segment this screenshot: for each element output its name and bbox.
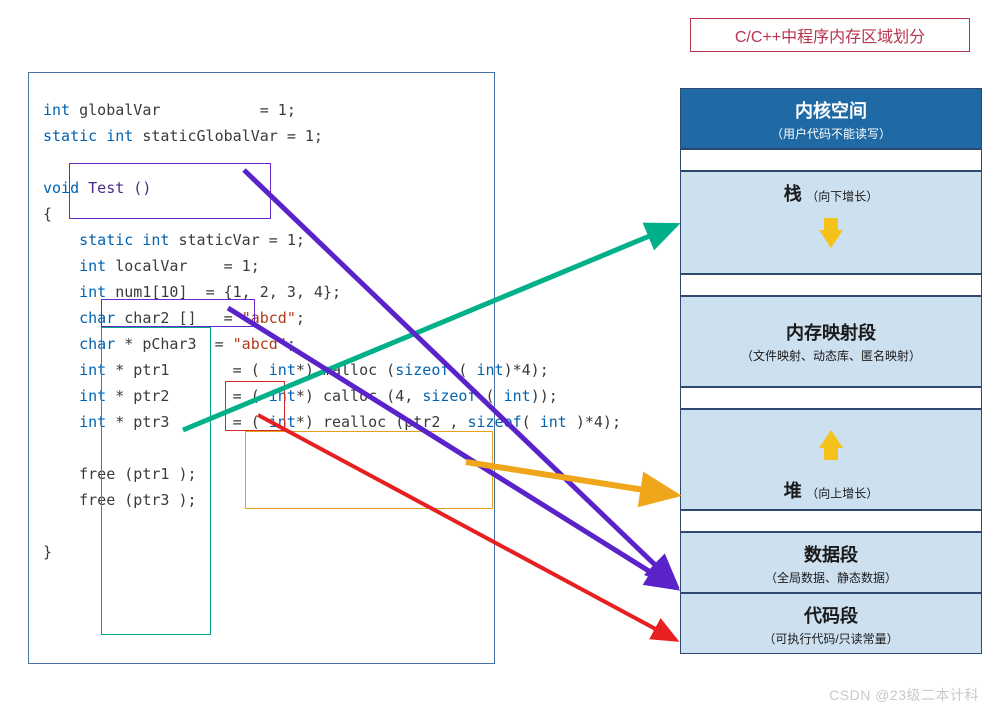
watermark: CSDN @23级二本计科: [829, 685, 979, 705]
mem-row-sub: （用户代码不能读写）: [685, 125, 977, 142]
kw-int: int: [43, 101, 70, 119]
code-text: *) realloc (ptr2 ,: [296, 413, 468, 431]
str-literal: "abcd": [233, 335, 287, 353]
code-text: ));: [531, 387, 558, 405]
memory-layout: 内核空间 （用户代码不能读写） 栈 （向下增长） 内存映射段 （文件映射、动态库…: [680, 88, 982, 654]
mem-row-title: 栈: [784, 180, 802, 206]
kw-int: int: [79, 257, 106, 275]
code-panel: int globalVar = 1; static int staticGlob…: [28, 72, 495, 664]
mem-row-title: 数据段: [804, 541, 858, 567]
code-text: (: [522, 413, 540, 431]
highlight-local-vars: [101, 327, 211, 635]
highlight-heap-calls: [245, 431, 493, 509]
mem-gap: [680, 510, 982, 532]
mem-code-seg: 代码段 （可执行代码/只读常量）: [680, 593, 982, 654]
mem-row-sub: （文件映射、动态库、匿名映射）: [685, 347, 977, 364]
mem-heap: 堆 （向上增长）: [680, 409, 982, 510]
code-text: ;: [287, 335, 296, 353]
code-text: }: [43, 543, 52, 561]
mem-row-title: 内核空间: [795, 97, 867, 123]
highlight-global-vars: [69, 163, 271, 219]
code-text: globalVar: [70, 101, 160, 119]
code-text: ;: [296, 309, 305, 327]
arrow-up-icon: [819, 430, 843, 448]
diagram-title: C/C++中程序内存区域划分: [690, 18, 970, 52]
code-text: = (: [233, 361, 269, 379]
kw-sizeof: sizeof: [395, 361, 449, 379]
code-text: = 1;: [287, 127, 323, 145]
code-text: )*4);: [504, 361, 549, 379]
kw-int: int: [477, 361, 504, 379]
mem-gap: [680, 149, 982, 171]
code-text: {: [43, 205, 52, 223]
highlight-static-var: [101, 299, 255, 327]
code-text: localVar: [106, 257, 187, 275]
code-text: *) malloc (: [296, 361, 395, 379]
arrow-down-icon: [819, 230, 843, 248]
mem-row-title: 代码段: [804, 602, 858, 628]
kw-static-int: static int: [43, 127, 133, 145]
kw-sizeof: sizeof: [422, 387, 476, 405]
code-text: = 1;: [269, 231, 305, 249]
code-text: staticGlobalVar: [133, 127, 287, 145]
code-text: = 1;: [224, 257, 260, 275]
kw-static-int: static int: [79, 231, 169, 249]
mem-stack: 栈 （向下增长）: [680, 171, 982, 274]
code-text: = 1;: [260, 101, 296, 119]
mem-kernel: 内核空间 （用户代码不能读写）: [680, 88, 982, 149]
mem-data-seg: 数据段 （全局数据、静态数据）: [680, 532, 982, 593]
mem-row-sub: （向上增长）: [806, 486, 878, 500]
mem-row-sub: （可执行代码/只读常量）: [685, 630, 977, 647]
mem-gap: [680, 387, 982, 409]
kw-sizeof: sizeof: [467, 413, 521, 431]
mem-row-sub: （全局数据、静态数据）: [685, 569, 977, 586]
kw-int: int: [504, 387, 531, 405]
code-text: staticVar: [169, 231, 268, 249]
code-text: *) calloc (4,: [296, 387, 422, 405]
code-text: )*4);: [567, 413, 621, 431]
code-text: (: [477, 387, 504, 405]
mem-mmap: 内存映射段 （文件映射、动态库、匿名映射）: [680, 296, 982, 387]
mem-gap: [680, 274, 982, 296]
highlight-string-literals: [225, 381, 285, 431]
mem-row-sub: （向下增长）: [806, 189, 878, 203]
code-text: (: [449, 361, 476, 379]
code-text: =: [215, 335, 233, 353]
mem-row-title: 内存映射段: [786, 319, 876, 345]
mem-row-title: 堆: [784, 477, 802, 503]
kw-int: int: [269, 361, 296, 379]
arrow-malloc-to-heap: [466, 462, 676, 495]
kw-int: int: [540, 413, 567, 431]
